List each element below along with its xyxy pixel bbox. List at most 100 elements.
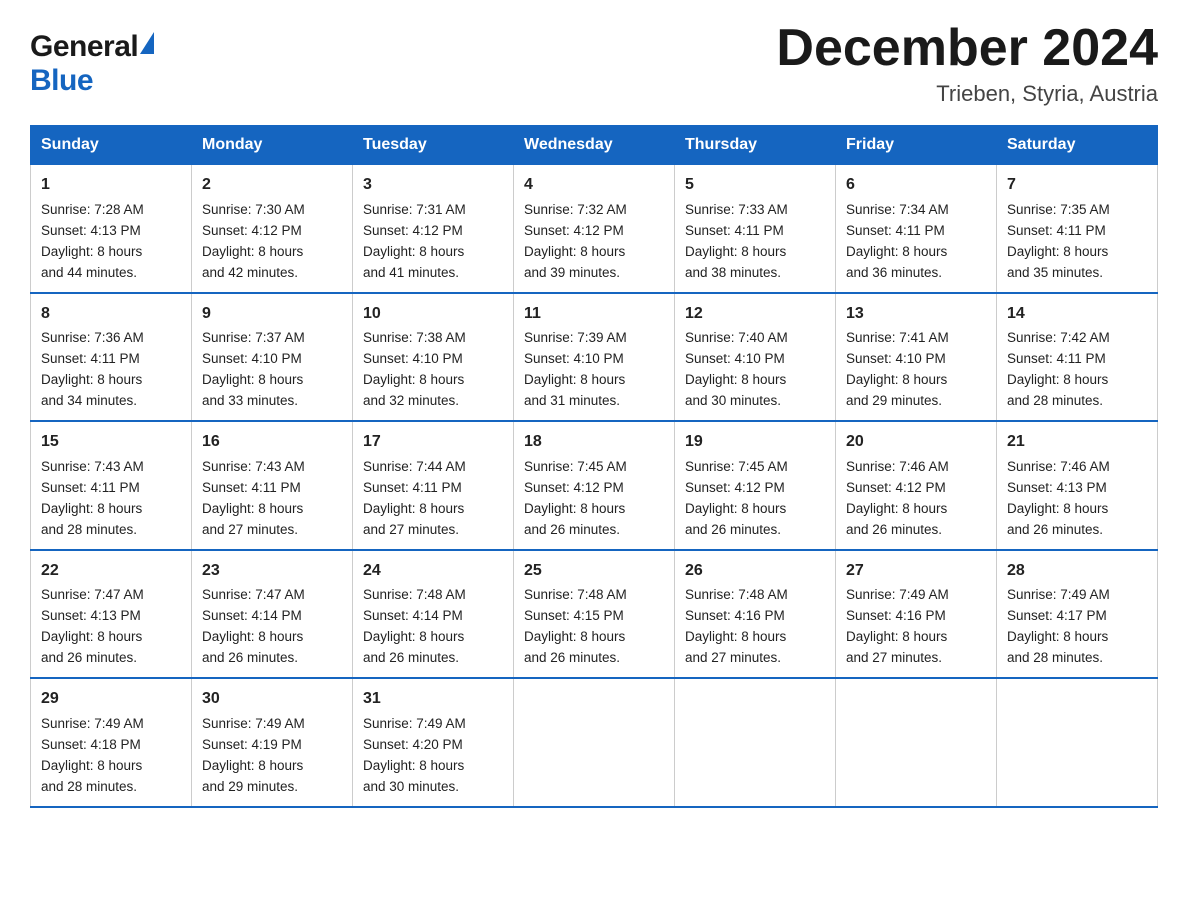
- day-number: 2: [202, 173, 342, 198]
- day-info: Sunrise: 7:37 AMSunset: 4:10 PMDaylight:…: [202, 328, 342, 412]
- logo: General Blue: [30, 30, 154, 98]
- calendar-day-cell: 5Sunrise: 7:33 AMSunset: 4:11 PMDaylight…: [675, 165, 836, 293]
- day-number: 23: [202, 559, 342, 584]
- calendar-day-cell: 19Sunrise: 7:45 AMSunset: 4:12 PMDayligh…: [675, 421, 836, 549]
- day-info: Sunrise: 7:45 AMSunset: 4:12 PMDaylight:…: [524, 457, 664, 541]
- logo-triangle-icon: [140, 32, 154, 54]
- day-info: Sunrise: 7:43 AMSunset: 4:11 PMDaylight:…: [202, 457, 342, 541]
- calendar-day-cell: 1Sunrise: 7:28 AMSunset: 4:13 PMDaylight…: [31, 165, 192, 293]
- day-of-week-header: Tuesday: [353, 126, 514, 165]
- day-number: 14: [1007, 302, 1147, 327]
- calendar-day-cell: 29Sunrise: 7:49 AMSunset: 4:18 PMDayligh…: [31, 678, 192, 806]
- calendar-week-row: 15Sunrise: 7:43 AMSunset: 4:11 PMDayligh…: [31, 421, 1158, 549]
- day-number: 5: [685, 173, 825, 198]
- day-info: Sunrise: 7:34 AMSunset: 4:11 PMDaylight:…: [846, 200, 986, 284]
- calendar-day-cell: 21Sunrise: 7:46 AMSunset: 4:13 PMDayligh…: [997, 421, 1158, 549]
- day-number: 24: [363, 559, 503, 584]
- calendar-day-cell: 22Sunrise: 7:47 AMSunset: 4:13 PMDayligh…: [31, 550, 192, 678]
- day-info: Sunrise: 7:49 AMSunset: 4:17 PMDaylight:…: [1007, 585, 1147, 669]
- calendar-day-cell: 26Sunrise: 7:48 AMSunset: 4:16 PMDayligh…: [675, 550, 836, 678]
- day-of-week-header: Friday: [836, 126, 997, 165]
- calendar-day-cell: 31Sunrise: 7:49 AMSunset: 4:20 PMDayligh…: [353, 678, 514, 806]
- calendar-day-cell: 4Sunrise: 7:32 AMSunset: 4:12 PMDaylight…: [514, 165, 675, 293]
- calendar-day-cell: 18Sunrise: 7:45 AMSunset: 4:12 PMDayligh…: [514, 421, 675, 549]
- day-number: 1: [41, 173, 181, 198]
- day-info: Sunrise: 7:48 AMSunset: 4:14 PMDaylight:…: [363, 585, 503, 669]
- calendar-day-cell: 14Sunrise: 7:42 AMSunset: 4:11 PMDayligh…: [997, 293, 1158, 421]
- day-info: Sunrise: 7:49 AMSunset: 4:19 PMDaylight:…: [202, 714, 342, 798]
- calendar-day-cell: 24Sunrise: 7:48 AMSunset: 4:14 PMDayligh…: [353, 550, 514, 678]
- day-number: 17: [363, 430, 503, 455]
- day-info: Sunrise: 7:28 AMSunset: 4:13 PMDaylight:…: [41, 200, 181, 284]
- calendar-day-cell: 25Sunrise: 7:48 AMSunset: 4:15 PMDayligh…: [514, 550, 675, 678]
- day-number: 27: [846, 559, 986, 584]
- day-info: Sunrise: 7:49 AMSunset: 4:18 PMDaylight:…: [41, 714, 181, 798]
- calendar-week-row: 22Sunrise: 7:47 AMSunset: 4:13 PMDayligh…: [31, 550, 1158, 678]
- day-info: Sunrise: 7:46 AMSunset: 4:12 PMDaylight:…: [846, 457, 986, 541]
- page-header: General Blue December 2024 Trieben, Styr…: [30, 20, 1158, 107]
- day-of-week-header: Sunday: [31, 126, 192, 165]
- day-of-week-header: Monday: [192, 126, 353, 165]
- day-number: 4: [524, 173, 664, 198]
- day-number: 12: [685, 302, 825, 327]
- calendar-day-cell: 6Sunrise: 7:34 AMSunset: 4:11 PMDaylight…: [836, 165, 997, 293]
- location-title: Trieben, Styria, Austria: [776, 81, 1158, 107]
- day-info: Sunrise: 7:38 AMSunset: 4:10 PMDaylight:…: [363, 328, 503, 412]
- day-number: 16: [202, 430, 342, 455]
- calendar-day-cell: 7Sunrise: 7:35 AMSunset: 4:11 PMDaylight…: [997, 165, 1158, 293]
- calendar-day-cell: 3Sunrise: 7:31 AMSunset: 4:12 PMDaylight…: [353, 165, 514, 293]
- day-number: 3: [363, 173, 503, 198]
- day-info: Sunrise: 7:44 AMSunset: 4:11 PMDaylight:…: [363, 457, 503, 541]
- calendar-day-cell: [836, 678, 997, 806]
- day-info: Sunrise: 7:33 AMSunset: 4:11 PMDaylight:…: [685, 200, 825, 284]
- day-number: 28: [1007, 559, 1147, 584]
- day-info: Sunrise: 7:30 AMSunset: 4:12 PMDaylight:…: [202, 200, 342, 284]
- calendar-day-cell: 20Sunrise: 7:46 AMSunset: 4:12 PMDayligh…: [836, 421, 997, 549]
- day-info: Sunrise: 7:48 AMSunset: 4:15 PMDaylight:…: [524, 585, 664, 669]
- day-number: 19: [685, 430, 825, 455]
- day-number: 6: [846, 173, 986, 198]
- day-number: 25: [524, 559, 664, 584]
- calendar-day-cell: 12Sunrise: 7:40 AMSunset: 4:10 PMDayligh…: [675, 293, 836, 421]
- day-number: 21: [1007, 430, 1147, 455]
- day-number: 31: [363, 687, 503, 712]
- calendar-week-row: 29Sunrise: 7:49 AMSunset: 4:18 PMDayligh…: [31, 678, 1158, 806]
- calendar-day-cell: [675, 678, 836, 806]
- day-number: 13: [846, 302, 986, 327]
- day-info: Sunrise: 7:47 AMSunset: 4:13 PMDaylight:…: [41, 585, 181, 669]
- title-block: December 2024 Trieben, Styria, Austria: [776, 20, 1158, 107]
- calendar-day-cell: 16Sunrise: 7:43 AMSunset: 4:11 PMDayligh…: [192, 421, 353, 549]
- day-number: 22: [41, 559, 181, 584]
- day-info: Sunrise: 7:42 AMSunset: 4:11 PMDaylight:…: [1007, 328, 1147, 412]
- calendar-day-cell: 9Sunrise: 7:37 AMSunset: 4:10 PMDaylight…: [192, 293, 353, 421]
- calendar-day-cell: 11Sunrise: 7:39 AMSunset: 4:10 PMDayligh…: [514, 293, 675, 421]
- calendar-header: SundayMondayTuesdayWednesdayThursdayFrid…: [31, 126, 1158, 165]
- day-header-row: SundayMondayTuesdayWednesdayThursdayFrid…: [31, 126, 1158, 165]
- day-number: 11: [524, 302, 664, 327]
- day-number: 15: [41, 430, 181, 455]
- day-info: Sunrise: 7:35 AMSunset: 4:11 PMDaylight:…: [1007, 200, 1147, 284]
- day-number: 29: [41, 687, 181, 712]
- day-info: Sunrise: 7:40 AMSunset: 4:10 PMDaylight:…: [685, 328, 825, 412]
- day-of-week-header: Saturday: [997, 126, 1158, 165]
- day-number: 7: [1007, 173, 1147, 198]
- logo-blue: Blue: [30, 64, 154, 98]
- calendar-day-cell: 10Sunrise: 7:38 AMSunset: 4:10 PMDayligh…: [353, 293, 514, 421]
- calendar-week-row: 1Sunrise: 7:28 AMSunset: 4:13 PMDaylight…: [31, 165, 1158, 293]
- calendar-day-cell: 2Sunrise: 7:30 AMSunset: 4:12 PMDaylight…: [192, 165, 353, 293]
- day-info: Sunrise: 7:36 AMSunset: 4:11 PMDaylight:…: [41, 328, 181, 412]
- day-info: Sunrise: 7:48 AMSunset: 4:16 PMDaylight:…: [685, 585, 825, 669]
- day-info: Sunrise: 7:43 AMSunset: 4:11 PMDaylight:…: [41, 457, 181, 541]
- calendar-day-cell: 30Sunrise: 7:49 AMSunset: 4:19 PMDayligh…: [192, 678, 353, 806]
- day-number: 26: [685, 559, 825, 584]
- month-title: December 2024: [776, 20, 1158, 77]
- day-info: Sunrise: 7:41 AMSunset: 4:10 PMDaylight:…: [846, 328, 986, 412]
- day-number: 18: [524, 430, 664, 455]
- day-info: Sunrise: 7:45 AMSunset: 4:12 PMDaylight:…: [685, 457, 825, 541]
- day-info: Sunrise: 7:31 AMSunset: 4:12 PMDaylight:…: [363, 200, 503, 284]
- day-of-week-header: Thursday: [675, 126, 836, 165]
- day-number: 30: [202, 687, 342, 712]
- calendar-day-cell: [997, 678, 1158, 806]
- day-number: 8: [41, 302, 181, 327]
- day-info: Sunrise: 7:47 AMSunset: 4:14 PMDaylight:…: [202, 585, 342, 669]
